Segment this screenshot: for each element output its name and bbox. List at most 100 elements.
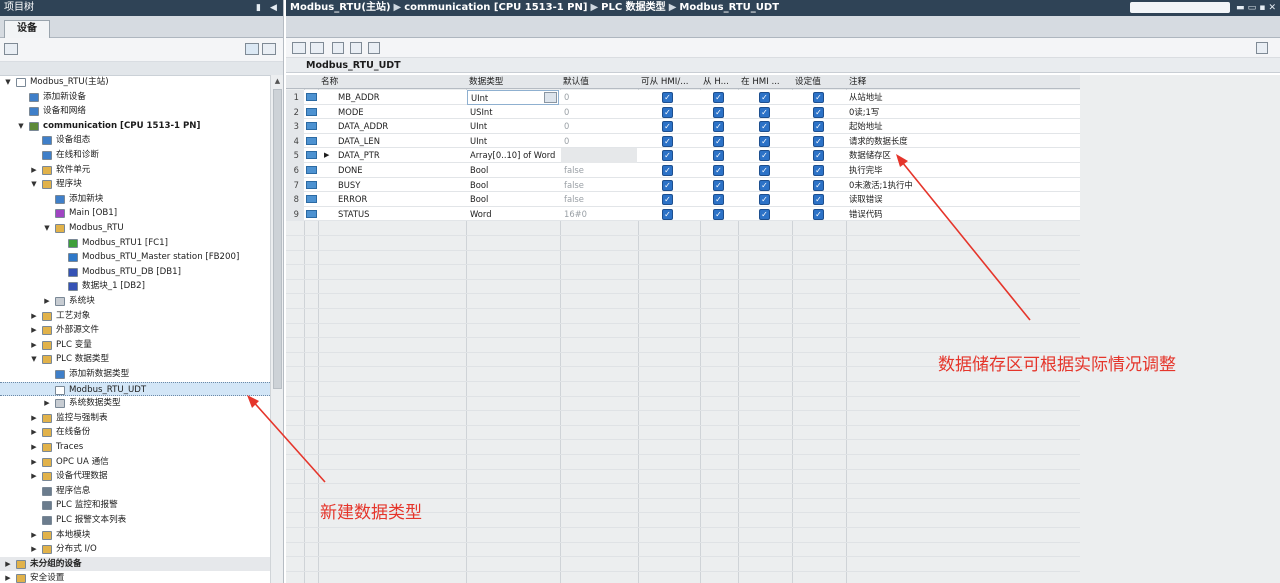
checkbox-hmi3[interactable]: ✓: [759, 106, 770, 118]
table-row[interactable]: 4 DATA_LEN UInt 0 ✓ ✓ ✓ ✓ 请求的数据长度: [286, 133, 1080, 149]
member-default[interactable]: 0: [561, 134, 637, 149]
tree-item[interactable]: 设备和网络: [0, 104, 270, 119]
member-type[interactable]: USInt: [467, 105, 559, 120]
scrollbar-thumb[interactable]: [273, 89, 282, 389]
tree-item[interactable]: ▶ 工艺对象: [0, 309, 270, 324]
tree-scrollbar[interactable]: ▲: [270, 75, 283, 583]
member-name[interactable]: DATA_ADDR: [338, 119, 464, 134]
collapse-left-icon[interactable]: ◀: [270, 0, 277, 16]
checkbox-hmi3[interactable]: ✓: [759, 92, 770, 103]
tree-item[interactable]: ▼ PLC 数据类型: [0, 352, 270, 367]
checkbox-setpoint[interactable]: ✓: [813, 135, 824, 147]
checkbox-hmi1[interactable]: ✓: [662, 135, 673, 147]
tree-item[interactable]: ▶ OPC UA 通信: [0, 455, 270, 470]
tree-item[interactable]: ▶ 外部源文件: [0, 323, 270, 338]
collapsed-arrow-icon[interactable]: ▶: [43, 294, 51, 309]
member-comment[interactable]: 错误代码: [849, 207, 1079, 222]
member-type[interactable]: Bool: [467, 178, 559, 193]
member-type[interactable]: Bool: [467, 192, 559, 207]
collapsed-arrow-icon[interactable]: ▶: [30, 338, 38, 353]
expanded-arrow-icon[interactable]: ▼: [43, 221, 51, 236]
tree-item[interactable]: ▶ 设备代理数据: [0, 469, 270, 484]
tree-item[interactable]: ▶ 软件单元: [0, 163, 270, 178]
table-row[interactable]: 3 DATA_ADDR UInt 0 ✓ ✓ ✓ ✓ 起始地址: [286, 119, 1080, 134]
tree-item[interactable]: 数据块_1 [DB2]: [0, 279, 270, 294]
checkbox-hmi3[interactable]: ✓: [759, 135, 770, 147]
tree-item[interactable]: ▶ 监控与强制表: [0, 411, 270, 426]
member-name[interactable]: MB_ADDR: [338, 90, 464, 105]
insert-row-icon[interactable]: [292, 42, 306, 54]
minimize-icon[interactable]: ▮: [256, 0, 261, 16]
tree-item[interactable]: ▶ 系统块: [0, 294, 270, 309]
tree-item[interactable]: ▶ 本地模块: [0, 528, 270, 543]
tree-item[interactable]: ▶ 未分组的设备: [0, 556, 270, 572]
breadcrumb-item-project[interactable]: Modbus_RTU(主站): [290, 2, 391, 13]
member-name[interactable]: DATA_PTR: [338, 148, 464, 163]
member-name[interactable]: STATUS: [338, 207, 464, 222]
column-header[interactable]: 在 HMI ...: [741, 75, 791, 89]
member-name[interactable]: MODE: [338, 105, 464, 120]
tree-item[interactable]: ▼ Modbus_RTU: [0, 221, 270, 236]
checkbox-setpoint[interactable]: ✓: [813, 92, 824, 103]
collapsed-arrow-icon[interactable]: ▶: [43, 396, 51, 411]
expanded-arrow-icon[interactable]: ▼: [30, 177, 38, 192]
checkbox-hmi2[interactable]: ✓: [713, 121, 724, 133]
tree-item[interactable]: PLC 监控和报警: [0, 498, 270, 513]
expanded-arrow-icon[interactable]: ▼: [4, 75, 12, 90]
member-default[interactable]: 16#0: [561, 207, 637, 222]
breadcrumb-item-cpu[interactable]: communication [CPU 1513-1 PN]: [404, 2, 587, 13]
checkbox-hmi1[interactable]: ✓: [662, 150, 673, 162]
scroll-up-icon[interactable]: ▲: [271, 75, 284, 87]
tree-item[interactable]: 添加新块: [0, 192, 270, 207]
table-row[interactable]: 5 ▶ DATA_PTR Array[0..10] of Word ✓ ✓ ✓ ✓ 数据储存区: [286, 148, 1080, 163]
table-row[interactable]: 9 STATUS Word 16#0 ✓ ✓ ✓ ✓ 错误代码: [286, 206, 1080, 222]
member-comment[interactable]: 0未激活;1执行中: [849, 178, 1079, 193]
collapsed-arrow-icon[interactable]: ▶: [4, 557, 12, 572]
checkbox-hmi2[interactable]: ✓: [713, 179, 724, 191]
checkbox-hmi3[interactable]: ✓: [759, 208, 770, 220]
checkbox-hmi3[interactable]: ✓: [759, 121, 770, 133]
member-type[interactable]: Array[0..10] of Word: [467, 148, 559, 163]
tree-item[interactable]: 在线和诊断: [0, 148, 270, 163]
checkbox-hmi3[interactable]: ✓: [759, 179, 770, 191]
checkbox-setpoint[interactable]: ✓: [813, 150, 824, 162]
table-row[interactable]: 2 MODE USInt 0 ✓ ✓ ✓ ✓ 0读;1写: [286, 104, 1080, 120]
collapsed-arrow-icon[interactable]: ▶: [30, 163, 38, 178]
add-icon[interactable]: [4, 43, 18, 55]
member-default[interactable]: false: [561, 178, 637, 193]
table-row[interactable]: 7 BUSY Bool false ✓ ✓ ✓ ✓ 0未激活;1执行中: [286, 177, 1080, 193]
member-type[interactable]: UInt: [467, 134, 559, 149]
member-comment[interactable]: 数据储存区: [849, 148, 1079, 163]
checkbox-hmi3[interactable]: ✓: [759, 150, 770, 162]
tree-item[interactable]: Modbus_RTU_UDT: [0, 381, 270, 397]
checkbox-hmi1[interactable]: ✓: [662, 165, 673, 176]
member-comment[interactable]: 0读;1写: [849, 105, 1079, 120]
member-name[interactable]: DATA_LEN: [338, 134, 464, 149]
collapsed-arrow-icon[interactable]: ▶: [30, 542, 38, 557]
properties-icon[interactable]: [1256, 42, 1268, 54]
collapsed-arrow-icon[interactable]: ▶: [30, 323, 38, 338]
checkbox-setpoint[interactable]: ✓: [813, 121, 824, 133]
tree-item[interactable]: ▼ 程序块: [0, 177, 270, 192]
breadcrumb-item-plc-types[interactable]: PLC 数据类型: [601, 2, 666, 13]
checkbox-hmi1[interactable]: ✓: [662, 106, 673, 118]
member-default[interactable]: 0: [561, 105, 637, 120]
checkbox-hmi2[interactable]: ✓: [713, 106, 724, 118]
table-row[interactable]: 8 ERROR Bool false ✓ ✓ ✓ ✓ 读取错误: [286, 192, 1080, 207]
checkbox-hmi2[interactable]: ✓: [713, 165, 724, 176]
type-picker-icon[interactable]: [544, 92, 557, 103]
collapsed-arrow-icon[interactable]: ▶: [30, 440, 38, 455]
checkbox-hmi1[interactable]: ✓: [662, 208, 673, 220]
list-icon[interactable]: [368, 42, 380, 54]
table-view-icon[interactable]: [245, 43, 259, 55]
sync-icon[interactable]: [262, 43, 276, 55]
tree-item[interactable]: ▶ PLC 变量: [0, 338, 270, 353]
tree-item[interactable]: 添加新数据类型: [0, 367, 270, 382]
collapsed-arrow-icon[interactable]: ▶: [30, 469, 38, 484]
collapsed-arrow-icon[interactable]: ▶: [30, 309, 38, 324]
tree-item[interactable]: ▼ Modbus_RTU(主站): [0, 75, 270, 90]
expanded-arrow-icon[interactable]: ▼: [17, 119, 25, 134]
member-default[interactable]: 0: [561, 90, 637, 105]
tree-item[interactable]: 程序信息: [0, 484, 270, 499]
member-default[interactable]: false: [561, 163, 637, 178]
